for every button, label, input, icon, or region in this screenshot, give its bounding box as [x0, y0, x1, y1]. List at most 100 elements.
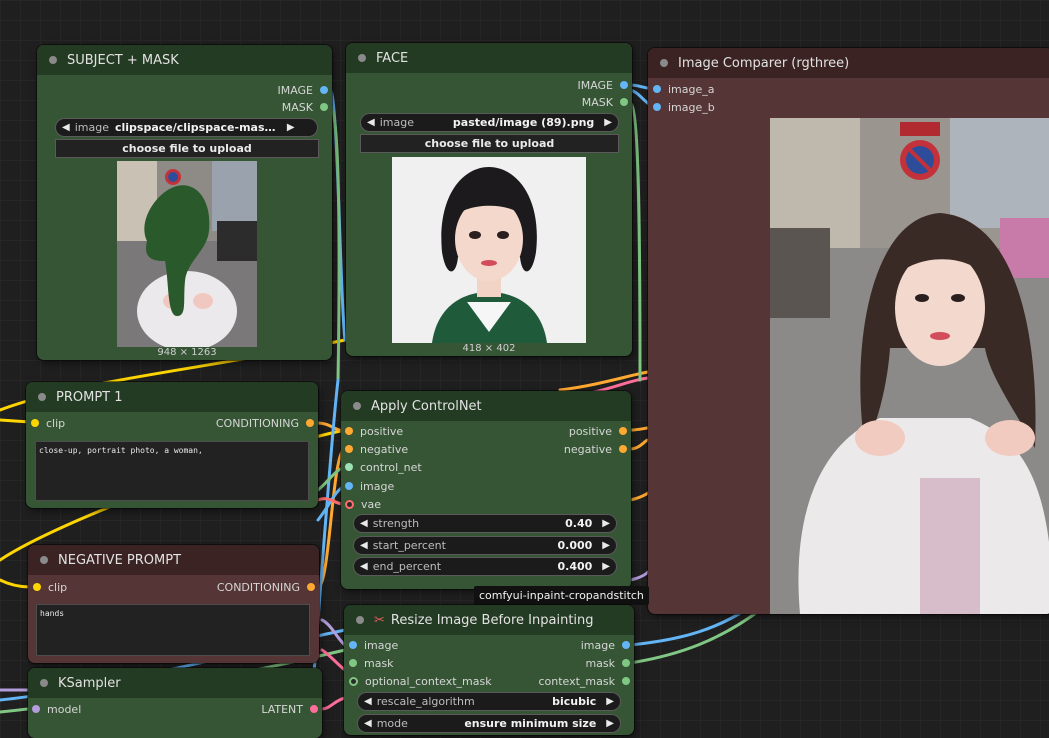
input-image[interactable]: image [345, 478, 394, 494]
mask-socket-icon[interactable] [622, 677, 630, 685]
output-image[interactable]: IMAGE [577, 77, 628, 93]
image-socket-icon[interactable] [320, 86, 328, 94]
arrow-left-icon[interactable]: ◀ [360, 540, 368, 551]
node-title-bar[interactable]: NEGATIVE PROMPT [28, 545, 319, 575]
face-node[interactable]: FACE IMAGE MASK ◀ image pasted/image (89… [346, 43, 632, 356]
arrow-right-icon[interactable]: ▶ [602, 540, 610, 551]
collapse-dot-icon[interactable] [40, 679, 48, 687]
conditioning-socket-icon[interactable] [619, 427, 627, 435]
prompt-textarea[interactable]: hands [36, 604, 310, 656]
conditioning-socket-icon[interactable] [306, 419, 314, 427]
output-latent[interactable]: LATENT [261, 701, 318, 717]
node-title-bar[interactable]: KSampler [28, 668, 322, 698]
image-socket-icon[interactable] [622, 641, 630, 649]
node-title-bar[interactable]: Image Comparer (rgthree) [648, 48, 1049, 78]
prompt1-node[interactable]: PROMPT 1 clip CONDITIONING close-up, por… [26, 382, 318, 508]
output-image[interactable]: IMAGE [277, 82, 328, 98]
input-negative[interactable]: negative [345, 441, 408, 457]
upload-button[interactable]: choose file to upload [55, 139, 319, 158]
mask-socket-icon[interactable] [320, 103, 328, 111]
input-image[interactable]: image [349, 637, 398, 653]
arrow-right-icon[interactable]: ▶ [606, 718, 614, 729]
node-title-bar[interactable]: SUBJECT + MASK [37, 45, 332, 75]
input-model[interactable]: model [32, 701, 81, 717]
model-socket-icon[interactable] [32, 705, 40, 713]
node-title-bar[interactable]: PROMPT 1 [26, 382, 318, 412]
mask-socket-icon[interactable] [620, 98, 628, 106]
arrow-left-icon[interactable]: ◀ [367, 117, 375, 128]
arrow-left-icon[interactable]: ◀ [360, 518, 368, 529]
image-socket-icon[interactable] [653, 85, 661, 93]
image-comparer-node[interactable]: Image Comparer (rgthree) image_a image_b [648, 48, 1049, 614]
node-title-bar[interactable]: Apply ControlNet [341, 391, 631, 421]
strength-slider[interactable]: ◀ strength 0.40 ▶ [353, 514, 617, 533]
start-percent-slider[interactable]: ◀ start_percent 0.000 ▶ [353, 536, 617, 555]
collapse-dot-icon[interactable] [353, 402, 361, 410]
clip-socket-icon[interactable] [33, 583, 41, 591]
image-socket-icon[interactable] [620, 81, 628, 89]
input-optional-context-mask[interactable]: optional_context_mask [349, 673, 492, 689]
resize-image-node[interactable]: ✂ Resize Image Before Inpainting image m… [344, 605, 634, 735]
output-mask[interactable]: MASK [582, 94, 628, 110]
output-conditioning[interactable]: CONDITIONING [216, 415, 314, 431]
input-vae[interactable]: vae [345, 496, 381, 512]
negative-prompt-node[interactable]: NEGATIVE PROMPT clip CONDITIONING hands [28, 545, 319, 663]
collapse-dot-icon[interactable] [40, 556, 48, 564]
image-combo[interactable]: ◀ image pasted/image (89).png ▶ [360, 113, 619, 132]
collapse-dot-icon[interactable] [356, 616, 364, 624]
output-positive[interactable]: positive [569, 423, 627, 439]
input-control-net[interactable]: control_net [345, 459, 422, 475]
prompt-textarea[interactable]: close-up, portrait photo, a woman, [35, 441, 309, 501]
output-negative[interactable]: negative [564, 441, 627, 457]
image-socket-icon[interactable] [349, 641, 357, 649]
end-percent-slider[interactable]: ◀ end_percent 0.400 ▶ [353, 557, 617, 576]
conditioning-socket-icon[interactable] [345, 445, 353, 453]
input-clip[interactable]: clip [33, 579, 67, 595]
output-mask[interactable]: mask [585, 655, 630, 671]
conditioning-socket-icon[interactable] [619, 445, 627, 453]
collapse-dot-icon[interactable] [358, 54, 366, 62]
image-combo[interactable]: ◀ image clipspace/clipspace-mask-30164.1… [55, 118, 318, 137]
conditioning-socket-icon[interactable] [345, 427, 353, 435]
output-image[interactable]: image [581, 637, 630, 653]
input-image-a[interactable]: image_a [653, 81, 715, 97]
vae-socket-icon[interactable] [345, 499, 354, 509]
rescale-algorithm-combo[interactable]: ◀ rescale_algorithm bicubic ▶ [357, 692, 621, 711]
arrow-right-icon[interactable]: ▶ [602, 561, 610, 572]
input-mask[interactable]: mask [349, 655, 394, 671]
node-title-bar[interactable]: FACE [346, 43, 632, 73]
arrow-right-icon[interactable]: ▶ [606, 696, 614, 707]
mask-socket-icon[interactable] [349, 659, 357, 667]
collapse-dot-icon[interactable] [49, 56, 57, 64]
arrow-left-icon[interactable]: ◀ [62, 122, 70, 133]
arrow-right-icon[interactable]: ▶ [602, 518, 610, 529]
input-positive[interactable]: positive [345, 423, 403, 439]
output-mask[interactable]: MASK [282, 99, 328, 115]
arrow-left-icon[interactable]: ◀ [364, 696, 372, 707]
arrow-right-icon[interactable]: ▶ [287, 122, 295, 133]
arrow-left-icon[interactable]: ◀ [364, 718, 372, 729]
node-title-bar[interactable]: ✂ Resize Image Before Inpainting [344, 605, 634, 635]
output-context-mask[interactable]: context_mask [538, 673, 630, 689]
clip-socket-icon[interactable] [31, 419, 39, 427]
controlnet-socket-icon[interactable] [345, 463, 353, 471]
mask-socket-icon[interactable] [622, 659, 630, 667]
input-image-b[interactable]: image_b [653, 99, 715, 115]
latent-socket-icon[interactable] [310, 705, 318, 713]
collapse-dot-icon[interactable] [38, 393, 46, 401]
subject-mask-node[interactable]: SUBJECT + MASK IMAGE MASK ◀ image clipsp… [37, 45, 332, 360]
arrow-left-icon[interactable]: ◀ [360, 561, 368, 572]
input-clip[interactable]: clip [31, 415, 65, 431]
output-conditioning[interactable]: CONDITIONING [217, 579, 315, 595]
comparison-preview-image[interactable] [770, 118, 1049, 614]
image-socket-icon[interactable] [653, 103, 661, 111]
collapse-dot-icon[interactable] [660, 59, 668, 67]
arrow-right-icon[interactable]: ▶ [604, 117, 612, 128]
upload-button[interactable]: choose file to upload [360, 134, 619, 153]
ksampler-node[interactable]: KSampler model LATENT [28, 668, 322, 738]
mode-combo[interactable]: ◀ mode ensure minimum size ▶ [357, 714, 621, 733]
image-socket-icon[interactable] [345, 482, 353, 490]
mask-socket-icon[interactable] [349, 676, 358, 686]
conditioning-socket-icon[interactable] [307, 583, 315, 591]
apply-controlnet-node[interactable]: Apply ControlNet positive negative contr… [341, 391, 631, 589]
